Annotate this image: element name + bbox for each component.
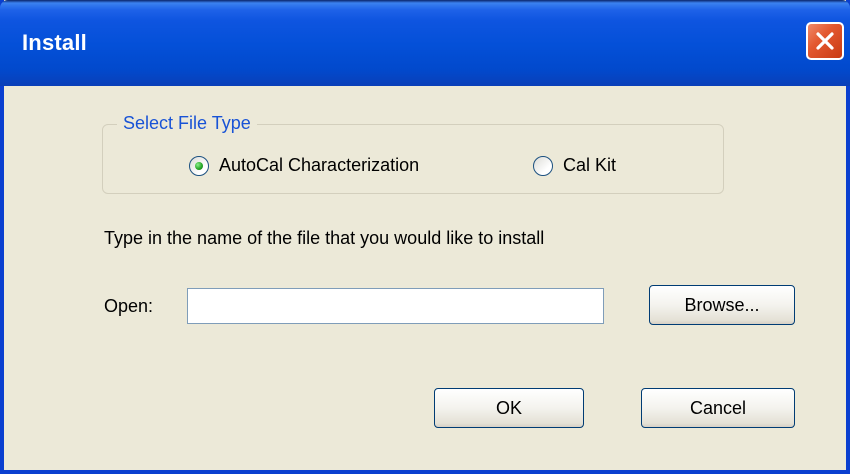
radio-dot <box>195 161 203 170</box>
close-button[interactable] <box>806 22 844 60</box>
group-legend: Select File Type <box>117 113 257 134</box>
cancel-button[interactable]: Cancel <box>641 388 795 428</box>
radio-cal-kit[interactable]: Cal Kit <box>533 155 616 176</box>
radio-unselected-icon[interactable] <box>533 155 553 176</box>
open-label: Open: <box>104 296 154 316</box>
open-file-input[interactable] <box>187 288 604 324</box>
install-dialog: Install Select File Type AutoCal Charact… <box>0 0 850 474</box>
radio-label-cal-kit: Cal Kit <box>563 155 617 175</box>
close-icon <box>816 32 834 50</box>
file-type-group: Select File Type AutoCal Characterizatio… <box>102 113 724 194</box>
radio-autocal-characterization[interactable]: AutoCal Characterization <box>189 155 419 176</box>
browse-button[interactable]: Browse... <box>649 285 795 325</box>
title-bar[interactable]: Install <box>0 0 850 86</box>
instruction-text: Type in the name of the file that you wo… <box>104 228 545 248</box>
window-title: Install <box>22 30 87 55</box>
radio-selected-icon[interactable] <box>189 155 209 176</box>
ok-button[interactable]: OK <box>434 388 584 428</box>
radio-label-autocal: AutoCal Characterization <box>219 155 420 175</box>
